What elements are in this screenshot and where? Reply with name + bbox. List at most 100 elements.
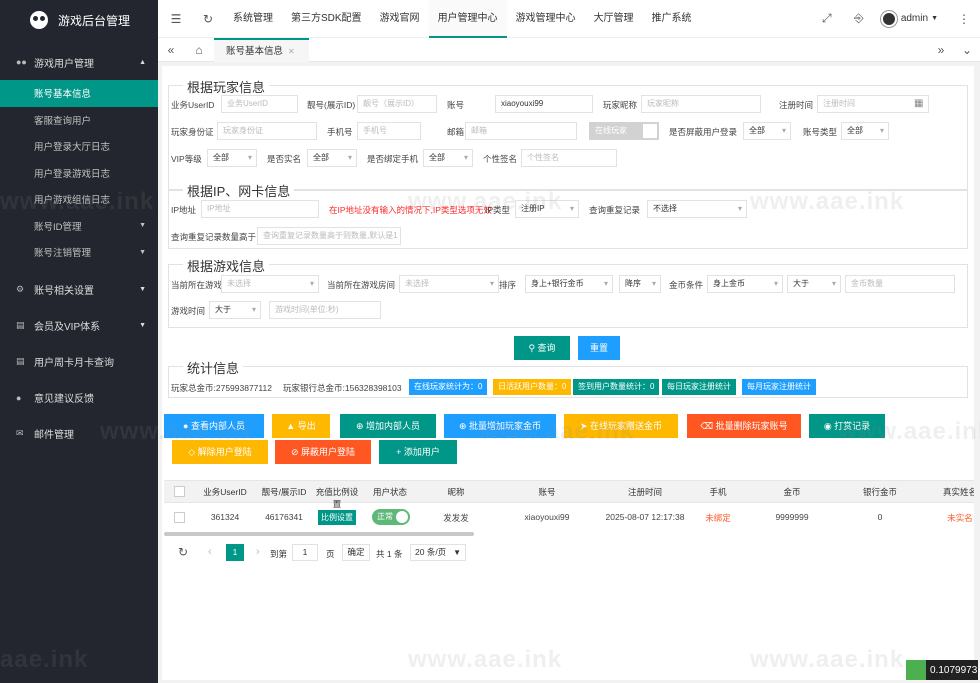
- topnav-website[interactable]: 游戏官网: [371, 0, 429, 38]
- batch-add-gold-button[interactable]: ⊕ 批量增加玩家金币: [444, 414, 556, 438]
- sidebar-group-weekly-card[interactable]: ▤ 用户周卡月卡查询: [0, 344, 158, 380]
- tab-account-info[interactable]: 账号基本信息 ✕: [214, 37, 309, 62]
- game-time-input[interactable]: 游戏时间(单位:秒): [269, 301, 381, 319]
- more-vertical-icon[interactable]: ⋮: [948, 12, 980, 26]
- reset-button[interactable]: 重置: [578, 336, 620, 360]
- page-current[interactable]: 1: [226, 544, 244, 561]
- lock-icon[interactable]: ⎆: [843, 11, 875, 26]
- unblock-login-button[interactable]: ◇ 解除用户登陆: [172, 440, 268, 464]
- sidebar-item-game-log[interactable]: 用户登录游戏日志: [0, 160, 158, 187]
- sidebar-item-cancel-manage[interactable]: 账号注销管理 ▼: [0, 239, 158, 266]
- calendar-icon[interactable]: ▦: [914, 98, 923, 109]
- table-row[interactable]: 361324 46176341 比例设置 正常 发发发 xiaoyouxi99 …: [164, 503, 974, 532]
- page-size-select[interactable]: 20 条/页 ▼: [410, 544, 466, 561]
- sidebar-item-account-info[interactable]: 账号基本信息: [0, 80, 158, 107]
- ip-address-input[interactable]: IP地址: [201, 200, 319, 218]
- shield-login-select[interactable]: 全部: [743, 122, 791, 140]
- repeat-record-select[interactable]: 不选择: [647, 200, 747, 218]
- time-operator-select[interactable]: 大于: [209, 301, 261, 319]
- topnav-user-center[interactable]: 用户管理中心: [428, 0, 507, 38]
- next-page-icon[interactable]: ›: [256, 546, 260, 558]
- select-all-checkbox[interactable]: [174, 486, 185, 497]
- topnav-hall[interactable]: 大厅管理: [585, 0, 643, 38]
- section-title: 根据IP、网卡信息: [183, 181, 295, 200]
- vip-level-select[interactable]: 全部: [207, 149, 257, 167]
- search-icon: ⚲: [528, 343, 538, 353]
- sidebar-group-vip[interactable]: ▤ 会员及VIP体系 ▼: [0, 308, 158, 344]
- ratio-setting-button[interactable]: 比例设置: [318, 510, 356, 525]
- repeat-count-input[interactable]: 查询重复记录数量高于则数量,默认是1: [257, 227, 401, 245]
- idcard-input[interactable]: 玩家身份证: [217, 122, 317, 140]
- realname-select[interactable]: 全部: [307, 149, 357, 167]
- topnav-sdk[interactable]: 第三方SDK配置: [282, 0, 371, 38]
- signature-input[interactable]: 个性签名: [521, 149, 617, 167]
- section-title: 根据玩家信息: [183, 77, 270, 96]
- current-game-select[interactable]: 未选择: [221, 275, 319, 293]
- showid-input[interactable]: 靓号（展示ID）: [357, 95, 437, 113]
- bind-phone-select[interactable]: 全部: [423, 149, 473, 167]
- sidebar-item-cs-query[interactable]: 客服查询用户: [0, 107, 158, 134]
- trash-icon: ⌫: [700, 421, 716, 431]
- horizontal-scrollbar[interactable]: [164, 532, 474, 536]
- phone-input[interactable]: 手机号: [357, 122, 421, 140]
- monthly-register-badge[interactable]: 每月玩家注册统计: [742, 379, 816, 395]
- topnav-game-center[interactable]: 游戏管理中心: [507, 0, 585, 38]
- current-room-select[interactable]: 未选择: [399, 275, 499, 293]
- home-icon[interactable]: ⌂: [184, 43, 214, 57]
- signin-stat-badge[interactable]: 签到用户数量统计：0: [573, 379, 660, 395]
- sidebar-item-group-log[interactable]: 用户游戏组信日志: [0, 186, 158, 213]
- email-input[interactable]: 邮箱: [465, 122, 577, 140]
- account-type-select[interactable]: 全部: [841, 122, 889, 140]
- sidebar-group-feedback[interactable]: ● 意见建议反馈: [0, 380, 158, 416]
- ip-type-select[interactable]: 注册IP: [515, 200, 579, 218]
- row-checkbox[interactable]: [174, 512, 185, 523]
- sidebar-item-id-manage[interactable]: 账号ID管理 ▼: [0, 213, 158, 240]
- chevron-down-icon: ▼: [453, 548, 461, 557]
- userid-input[interactable]: 业务UserID: [221, 95, 298, 113]
- chevron-down-icon[interactable]: ⌄: [954, 43, 980, 57]
- online-player-toggle[interactable]: 在线玩家: [589, 122, 659, 140]
- refresh-icon[interactable]: ↻: [192, 12, 224, 26]
- sidebar-group-game-users[interactable]: ●● 游戏用户管理 ▲: [0, 44, 158, 80]
- scroll-right-icon[interactable]: »: [928, 43, 954, 57]
- export-button[interactable]: ▲ 导出: [272, 414, 330, 438]
- gold-field-select[interactable]: 身上金币: [707, 275, 783, 293]
- add-staff-button[interactable]: ⊕ 增加内部人员: [340, 414, 436, 438]
- fullscreen-icon[interactable]: ⤢: [811, 11, 843, 26]
- game-info-section: 根据游戏信息 当前所在游戏 未选择 当前所在游戏房间 未选择 排序 身上+银行金…: [168, 256, 968, 328]
- sort-field-select[interactable]: 身上+银行金币: [525, 275, 613, 293]
- menu-toggle-icon[interactable]: ☰: [160, 12, 192, 26]
- online-stat-badge[interactable]: 在线玩家统计为：0: [409, 379, 488, 395]
- topnav-system[interactable]: 系统管理: [224, 0, 282, 38]
- page-confirm-button[interactable]: 确定: [342, 544, 370, 561]
- plus-circle-icon: ⊕: [458, 421, 470, 431]
- page-jump-input[interactable]: 1: [292, 544, 318, 561]
- sidebar-group-mail[interactable]: ✉ 邮件管理: [0, 416, 158, 452]
- sidebar-group-account-settings[interactable]: ⚙ 账号相关设置 ▼: [0, 272, 158, 308]
- dau-stat-badge[interactable]: 日活跃用户数量：0: [493, 379, 572, 395]
- refresh-icon[interactable]: ↻: [178, 545, 188, 559]
- account-input[interactable]: xiaoyouxi99: [495, 95, 593, 113]
- view-staff-button[interactable]: ● 查看内部人员: [164, 414, 264, 438]
- gold-amount-input[interactable]: 金币数量: [845, 275, 955, 293]
- topnav-promo[interactable]: 推广系统: [643, 0, 701, 38]
- sidebar-item-hall-log[interactable]: 用户登录大厅日志: [0, 133, 158, 160]
- scroll-left-icon[interactable]: «: [158, 43, 184, 57]
- add-user-button[interactable]: + 添加用户: [379, 440, 457, 464]
- users-icon: ●: [183, 421, 191, 431]
- sort-order-select[interactable]: 降序: [619, 275, 661, 293]
- prev-page-icon[interactable]: ‹: [208, 546, 212, 558]
- close-icon[interactable]: ✕: [288, 47, 295, 56]
- tip-record-button[interactable]: ◉ 打赏记录: [809, 414, 885, 438]
- gold-operator-select[interactable]: 大于: [787, 275, 841, 293]
- regtime-input[interactable]: 注册时间: [817, 95, 929, 113]
- status-toggle[interactable]: 正常: [372, 509, 410, 525]
- online-gift-gold-button[interactable]: ➤ 在线玩家赠送金币: [564, 414, 678, 438]
- nickname-input[interactable]: 玩家昵称: [641, 95, 761, 113]
- batch-delete-button[interactable]: ⌫ 批量删除玩家账号: [687, 414, 801, 438]
- user-menu[interactable]: admin ▼: [880, 10, 938, 27]
- block-login-button[interactable]: ⊘ 屏蔽用户登陆: [275, 440, 371, 464]
- query-button[interactable]: ⚲ 查询: [514, 336, 570, 360]
- total-gold-stat: 玩家总金币:275993877112: [171, 383, 272, 393]
- daily-register-badge[interactable]: 每日玩家注册统计: [662, 379, 736, 395]
